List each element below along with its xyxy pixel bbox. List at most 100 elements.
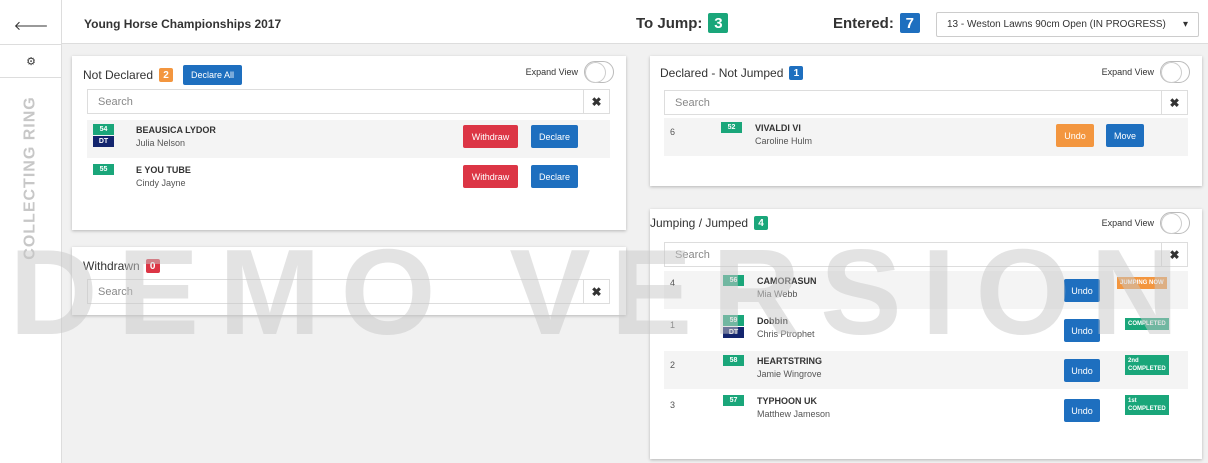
status-badge: JUMPING NOW [1117,277,1167,289]
declare-button[interactable]: Declare [531,125,578,148]
table-row: 4 56 CAMORASUN Mia Webb Undo JUMPING NOW [664,271,1188,309]
withdrawn-search[interactable]: Search ✖ [87,279,610,304]
entry-number: 52 [721,122,742,133]
not-declared-search[interactable]: Search ✖ [87,89,610,114]
caret-down-icon: ▾ [1182,19,1188,30]
order-position: 4 [670,278,676,288]
entry-names: CAMORASUN Mia Webb [757,275,817,301]
search-input[interactable]: Search [88,96,583,108]
rider-name: Matthew Jameson [757,409,831,419]
horse-name: HEARTSTRING [757,356,822,366]
entered-label: Entered: [833,14,894,32]
rider-name: Jamie Wingrove [757,369,822,379]
rider-name: Julia Nelson [136,138,186,148]
placing-text: 1st [1128,398,1137,404]
search-input[interactable]: Search [665,249,1161,261]
status-badge: 2nd COMPLETED [1125,355,1169,375]
entry-names: E YOU TUBE Cindy Jayne [136,164,191,190]
class-select-value: 13 - Weston Lawns 90cm Open (IN PROGRESS… [947,19,1166,30]
entry-number-tags: 54 DT [93,124,114,147]
expand-view-label: Expand View [1101,218,1154,228]
move-button[interactable]: Move [1106,124,1144,147]
header: Young Horse Championships 2017 To Jump: … [62,0,1208,44]
withdrawn-card: Withdrawn 0 Search ✖ [72,247,626,315]
withdraw-button[interactable]: Withdraw [463,125,518,148]
declare-all-button[interactable]: Declare All [183,65,243,85]
cogs-icon[interactable]: ⚙ [0,44,62,78]
expand-view-label: Expand View [525,67,578,77]
sidebar: 🡐 ⚙ COLLECTING RING [0,0,62,463]
clear-search-icon[interactable]: ✖ [1161,243,1187,266]
clear-search-icon[interactable]: ✖ [1161,91,1187,114]
withdraw-button[interactable]: Withdraw [463,165,518,188]
horse-name: CAMORASUN [757,276,817,286]
dt-badge: DT [723,327,744,338]
entry-number-tags: 52 [721,122,742,133]
search-input[interactable]: Search [665,97,1161,109]
withdrawn-count: 0 [145,259,160,273]
jumping-search[interactable]: Search ✖ [664,242,1188,267]
declared-header: Declared - Not Jumped 1 [660,66,804,80]
jumping-count: 4 [754,216,769,230]
undo-button[interactable]: Undo [1064,319,1100,342]
undo-button[interactable]: Undo [1064,399,1100,422]
arrow-left-icon[interactable]: 🡐 [0,8,62,44]
expand-view-not-declared[interactable]: Expand View [526,61,614,83]
status-text: COMPLETED [1128,321,1166,327]
expand-view-toggle[interactable] [1160,212,1190,234]
undo-button[interactable]: Undo [1064,359,1100,382]
declared-count: 1 [789,66,804,80]
entry-number: 57 [723,395,744,406]
undo-button[interactable]: Undo [1064,279,1100,302]
rider-name: Mia Webb [757,289,798,299]
rider-name: Chris Ptrophet [757,329,815,339]
entry-number-tags: 59 DT [723,315,744,338]
entry-number-tags: 55 [93,164,114,175]
horse-name: VIVALDI VI [755,123,801,133]
list-item: 55 E YOU TUBE Cindy Jayne Withdraw Decla… [87,160,610,198]
order-position: 2 [670,360,676,370]
expand-view-jumping[interactable]: Expand View [1102,212,1190,234]
list-item: 6 52 VIVALDI VI Caroline Hulm Undo Move [664,118,1188,156]
entry-number: 59 [723,315,744,326]
clear-search-icon[interactable]: ✖ [583,280,609,303]
status-badge: COMPLETED [1125,318,1169,330]
entry-number-tags: 58 [723,355,744,366]
status-text: COMPLETED [1128,366,1166,372]
clear-search-icon[interactable]: ✖ [583,90,609,113]
entry-number: 56 [723,275,744,286]
list-item: 54 DT BEAUSICA LYDOR Julia Nelson Withdr… [87,120,610,158]
horse-name: BEAUSICA LYDOR [136,125,216,135]
placing-text: 2nd [1128,358,1139,364]
entry-number-tags: 57 [723,395,744,406]
expand-view-label: Expand View [1101,67,1154,77]
expand-view-declared[interactable]: Expand View [1102,61,1190,83]
declare-button[interactable]: Declare [531,165,578,188]
withdrawn-title: Withdrawn [83,259,140,273]
status-text: COMPLETED [1128,406,1166,412]
expand-view-toggle[interactable] [1160,61,1190,83]
entry-names: BEAUSICA LYDOR Julia Nelson [136,124,216,150]
entry-names: Dobbin Chris Ptrophet [757,315,815,341]
table-row: 1 59 DT Dobbin Chris Ptrophet Undo COMPL… [664,311,1188,349]
order-position: 1 [670,320,676,330]
entered-count: 7 [899,13,920,33]
order-position: 3 [670,400,676,410]
to-jump-count: 3 [708,13,729,33]
entry-names: HEARTSTRING Jamie Wingrove [757,355,822,381]
order-position: 6 [670,127,676,137]
not-declared-count: 2 [159,68,174,82]
not-declared-title: Not Declared [83,68,154,82]
page-title: Young Horse Championships 2017 [84,17,282,31]
collecting-ring-label: COLLECTING RING [22,96,39,260]
table-row: 2 58 HEARTSTRING Jamie Wingrove Undo 2nd… [664,351,1188,389]
jumping-header: Jumping / Jumped 4 [650,216,769,230]
jumping-title: Jumping / Jumped [650,216,749,230]
entry-number: 58 [723,355,744,366]
class-select[interactable]: 13 - Weston Lawns 90cm Open (IN PROGRESS… [936,12,1199,37]
search-input[interactable]: Search [88,286,583,298]
declared-search[interactable]: Search ✖ [664,90,1188,115]
jumping-card: Jumping / Jumped 4 Expand View Search ✖ … [650,209,1202,459]
undo-button[interactable]: Undo [1056,124,1094,147]
expand-view-toggle[interactable] [584,61,614,83]
